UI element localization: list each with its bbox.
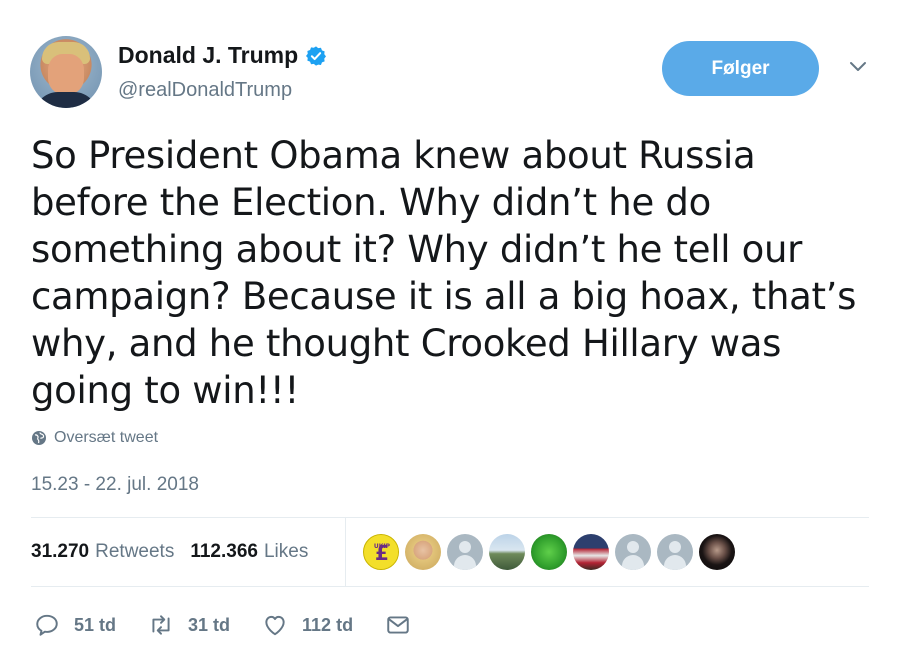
like-count: 112 td xyxy=(302,614,354,635)
direct-message-button[interactable] xyxy=(385,612,411,638)
stats-separator xyxy=(345,518,346,586)
tweet-actions: 51 td 31 td 112 td xyxy=(34,612,443,638)
landscape-avatar[interactable] xyxy=(489,534,525,570)
retweet-button[interactable]: 31 td xyxy=(148,612,230,638)
blonde-woman-avatar[interactable] xyxy=(405,534,441,570)
author-avatar[interactable] xyxy=(30,36,102,108)
retweet-count: 31 td xyxy=(188,614,231,635)
reply-button[interactable]: 51 td xyxy=(34,612,116,638)
tweet-timestamp[interactable]: 15.23 - 22. jul. 2018 xyxy=(31,474,199,496)
avatar-suit xyxy=(34,92,98,108)
heart-icon xyxy=(265,615,285,636)
author-name-row: Donald J. Trump xyxy=(118,42,327,69)
translate-label: Oversæt tweet xyxy=(54,429,159,446)
svg-text:UKIP: UKIP xyxy=(374,543,391,550)
author-name[interactable]: Donald J. Trump xyxy=(118,42,298,69)
dark-hair-avatar[interactable] xyxy=(699,534,735,570)
divider-bottom xyxy=(31,586,869,587)
globe-icon xyxy=(32,431,46,445)
verified-badge-icon xyxy=(306,45,327,66)
envelope-icon xyxy=(387,616,409,634)
like-button[interactable]: 112 td xyxy=(262,612,353,638)
reply-icon xyxy=(36,614,58,636)
chevron-down-icon[interactable] xyxy=(848,60,868,74)
ukip-logo-avatar[interactable]: £ UKIP xyxy=(363,534,399,570)
green-emblem-avatar[interactable] xyxy=(531,534,567,570)
avatar-face xyxy=(48,54,84,94)
tweet-stats: 31.270 Retweets 112.366 Likes xyxy=(31,541,308,563)
likes-label[interactable]: Likes xyxy=(264,541,308,563)
reply-count: 51 td xyxy=(74,614,117,635)
likes-count[interactable]: 112.366 xyxy=(190,541,258,563)
divider-top xyxy=(31,517,869,518)
retweets-label[interactable]: Retweets xyxy=(95,541,174,563)
flag-avatar[interactable] xyxy=(573,534,609,570)
default-avatar[interactable] xyxy=(615,534,651,570)
likers-avatars: £ UKIP xyxy=(363,534,741,570)
ukip-pound-icon: £ UKIP xyxy=(365,536,398,569)
retweets-count[interactable]: 31.270 xyxy=(31,541,89,563)
default-avatar[interactable] xyxy=(657,534,693,570)
default-avatar[interactable] xyxy=(447,534,483,570)
tweet-text: So President Obama knew about Russia bef… xyxy=(31,134,857,412)
translate-tweet-link[interactable]: Oversæt tweet xyxy=(31,429,158,447)
following-button[interactable]: Følger xyxy=(662,41,819,96)
retweet-icon xyxy=(152,615,170,635)
author-handle[interactable]: @realDonaldTrump xyxy=(118,79,292,102)
